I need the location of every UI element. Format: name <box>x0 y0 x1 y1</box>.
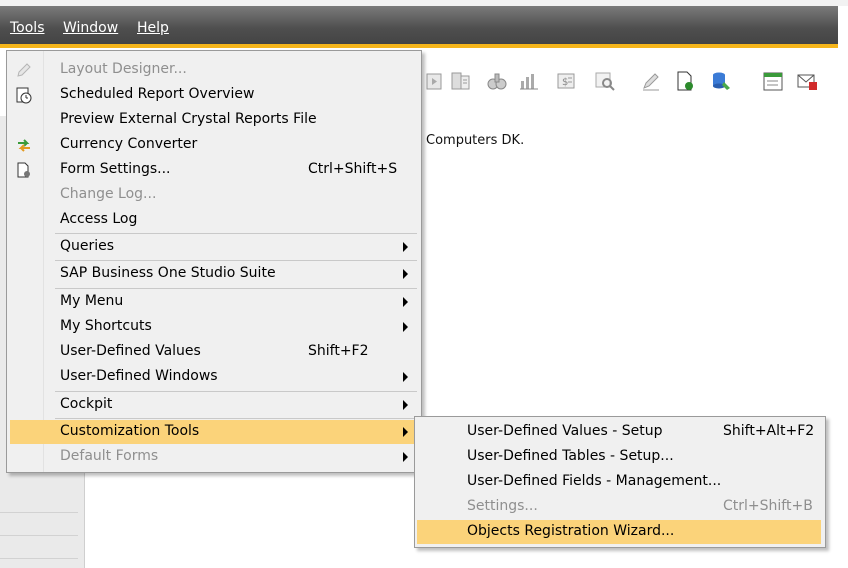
menu-item-my-shortcuts[interactable]: My Shortcuts <box>10 315 418 339</box>
menu-item-layout-designer[interactable]: Layout Designer... <box>10 58 418 82</box>
menu-separator <box>55 418 417 419</box>
clock-report-icon <box>15 86 33 104</box>
menu-separator <box>55 391 417 392</box>
menu-tools[interactable]: Tools <box>10 20 45 36</box>
pencil-icon <box>15 61 33 79</box>
svg-text:$: $ <box>562 77 568 88</box>
submenu-arrow-icon <box>403 372 408 382</box>
company-name-text: Computers DK. <box>426 133 525 148</box>
submenu-item-objects-registration-wizard[interactable]: Objects Registration Wizard... <box>417 520 821 544</box>
submenu-item-udv-setup[interactable]: User-Defined Values - Setup Shift+Alt+F2 <box>417 420 821 444</box>
menu-item-scheduled-report-overview[interactable]: Scheduled Report Overview <box>10 83 418 107</box>
toolbar-edit-icon[interactable] <box>640 70 662 92</box>
submenu-arrow-icon <box>403 452 408 462</box>
menu-item-access-log[interactable]: Access Log <box>10 208 418 232</box>
currency-arrows-icon <box>15 136 33 154</box>
menu-item-form-settings[interactable]: Form Settings... Ctrl+Shift+S <box>10 158 418 182</box>
toolbar-calendar-icon[interactable] <box>762 70 784 92</box>
menu-item-default-forms[interactable]: Default Forms <box>10 445 418 469</box>
submenu-item-udf-management[interactable]: User-Defined Fields - Management... <box>417 470 821 494</box>
submenu-arrow-icon <box>403 400 408 410</box>
menu-separator <box>55 260 417 261</box>
submenu-arrow-icon <box>403 242 408 252</box>
toolbar-document-settings-icon[interactable] <box>674 70 696 92</box>
customization-tools-submenu: User-Defined Values - Setup Shift+Alt+F2… <box>414 416 826 548</box>
menu-item-preview-crystal-reports[interactable]: Preview External Crystal Reports File <box>10 108 418 132</box>
form-settings-icon <box>15 161 33 179</box>
menu-bar: Tools Window Help <box>0 6 838 44</box>
toolbar-report-icon[interactable] <box>450 70 472 92</box>
toolbar-arrow-icon[interactable] <box>424 70 446 92</box>
menu-item-my-menu[interactable]: My Menu <box>10 290 418 314</box>
menu-item-user-defined-values[interactable]: User-Defined Values Shift+F2 <box>10 340 418 364</box>
submenu-arrow-icon <box>403 427 408 437</box>
menu-separator <box>55 288 417 289</box>
menu-help[interactable]: Help <box>137 20 169 36</box>
toolbar-mail-icon[interactable] <box>796 70 818 92</box>
toolbar-money-icon[interactable]: $ <box>556 70 578 92</box>
toolbar-database-icon[interactable] <box>710 70 732 92</box>
submenu-arrow-icon <box>403 322 408 332</box>
toolbar-chart-icon[interactable] <box>518 70 540 92</box>
submenu-arrow-icon <box>403 297 408 307</box>
toolbar-binoculars-icon[interactable] <box>486 70 508 92</box>
menu-item-cockpit[interactable]: Cockpit <box>10 393 418 417</box>
toolbar-search-settings-icon[interactable] <box>594 70 616 92</box>
menu-item-change-log[interactable]: Change Log... <box>10 183 418 207</box>
menu-item-currency-converter[interactable]: Currency Converter <box>10 133 418 157</box>
submenu-item-udt-setup[interactable]: User-Defined Tables - Setup... <box>417 445 821 469</box>
menu-window[interactable]: Window <box>63 20 118 36</box>
menu-item-studio-suite[interactable]: SAP Business One Studio Suite <box>10 262 418 286</box>
submenu-item-settings[interactable]: Settings... Ctrl+Shift+B <box>417 495 821 519</box>
menu-separator <box>55 233 417 234</box>
menu-item-queries[interactable]: Queries <box>10 235 418 259</box>
menu-item-customization-tools[interactable]: Customization Tools <box>10 420 418 444</box>
menu-item-user-defined-windows[interactable]: User-Defined Windows <box>10 365 418 389</box>
tools-dropdown-menu: Layout Designer... Scheduled Report Over… <box>6 50 422 473</box>
submenu-arrow-icon <box>403 269 408 279</box>
